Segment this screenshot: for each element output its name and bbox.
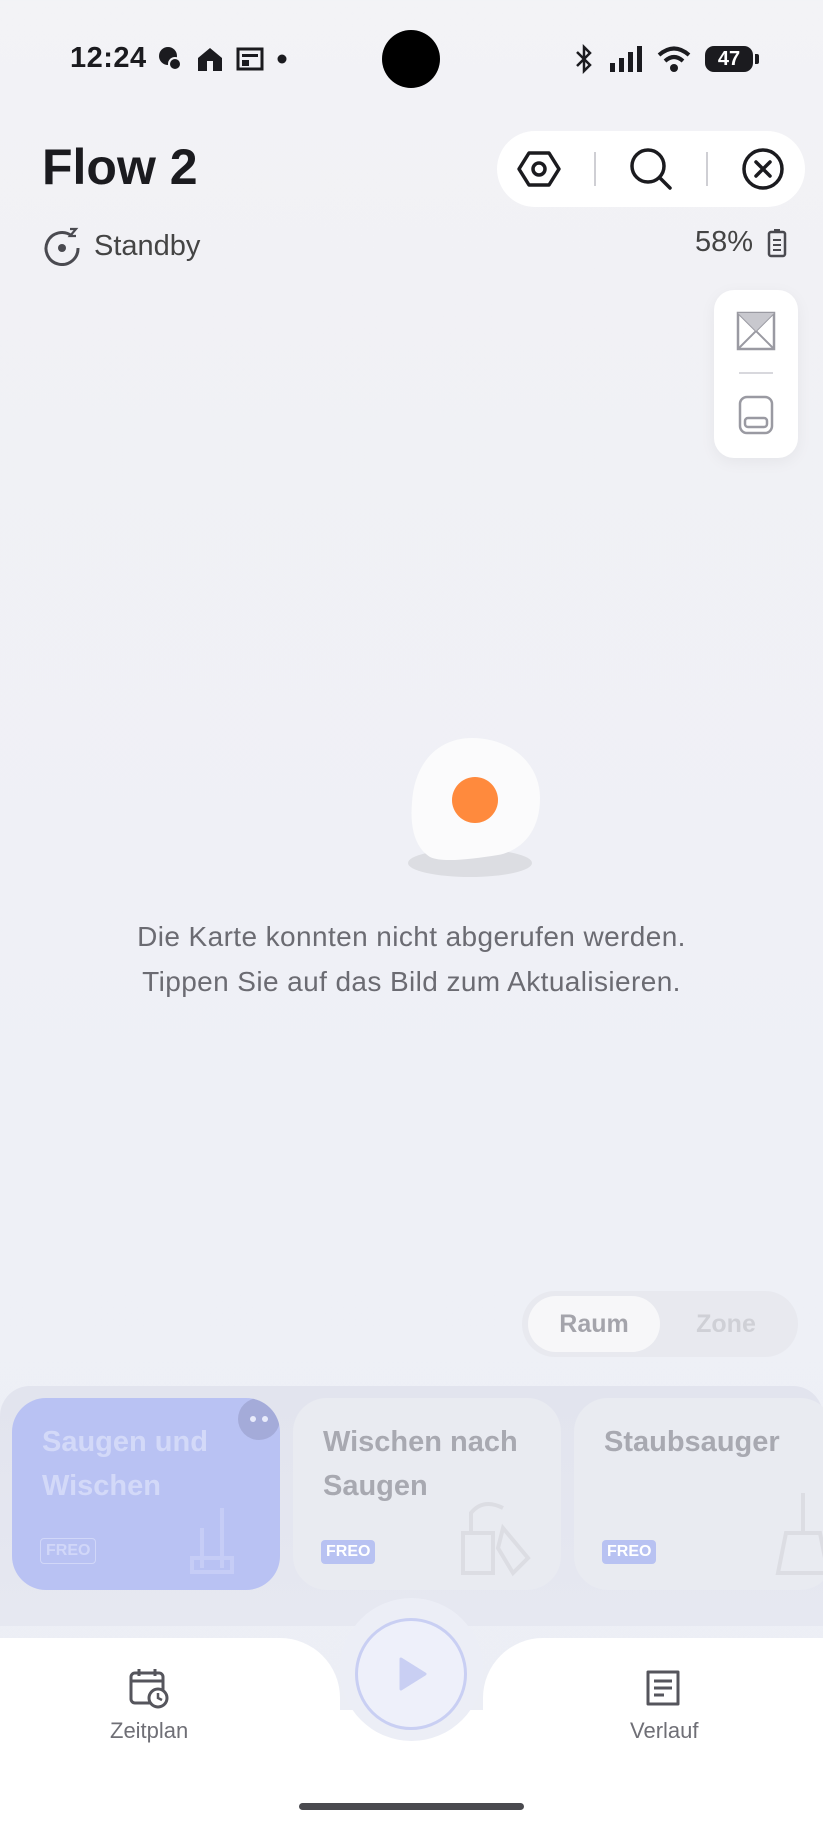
battery-percent: 58%: [694, 226, 753, 258]
news-notification-icon: [236, 47, 264, 71]
map-placeholder-icon: [736, 311, 776, 351]
tab-room[interactable]: Raum: [528, 1296, 660, 1352]
map-error-hint: Tippen Sie auf das Bild zum Aktualisiere…: [142, 966, 681, 997]
bluetooth-icon: [576, 44, 592, 74]
mode-card-vacuum-mop[interactable]: Saugen und Wischen FREO: [12, 1398, 280, 1590]
broom-icon: [775, 1493, 823, 1575]
calendar-clock-icon: [129, 1669, 169, 1709]
freo-badge: FREO: [40, 1538, 97, 1564]
mode-card-title: Wischen nach: [323, 1426, 518, 1458]
mode-card-title: Staubsauger: [604, 1426, 780, 1458]
status-label: Standby: [94, 229, 201, 262]
hexagon-settings-icon: [517, 151, 562, 187]
history-nav-button[interactable]: Verlauf: [630, 1666, 699, 1744]
map-side-panel: [714, 290, 798, 458]
signal-icon: [610, 46, 642, 72]
settings-button[interactable]: [509, 139, 569, 199]
robot-placeholder-icon: [408, 738, 540, 877]
more-notifications-dot-icon: [277, 54, 287, 64]
play-icon: [399, 1657, 427, 1691]
vacuum-mop-icon: [190, 1508, 234, 1574]
status-notification-icons: [155, 44, 289, 74]
water-tank-icon: [738, 395, 774, 435]
status-system-icons: 47: [573, 44, 759, 74]
app-notification-icon: [159, 47, 182, 71]
more-options-button[interactable]: [238, 1398, 280, 1440]
map-refresh-image[interactable]: [402, 733, 542, 883]
search-icon: [630, 148, 672, 190]
standby-icon: [44, 227, 80, 266]
start-cleaning-button[interactable]: [355, 1618, 467, 1730]
toolbar-divider: [594, 152, 597, 186]
battery-indicator: 47: [705, 46, 759, 72]
history-list-icon: [646, 1670, 680, 1706]
header-toolbar: [497, 131, 805, 207]
front-camera: [382, 30, 440, 88]
map-error-message: Die Karte konnten nicht abgerufen werden…: [137, 921, 686, 952]
schedule-nav-button[interactable]: Zeitplan: [110, 1666, 188, 1744]
home-indicator[interactable]: [299, 1803, 524, 1810]
battery-icon: [767, 228, 787, 257]
robot-battery: 58%: [695, 226, 787, 259]
water-tank-button[interactable]: [714, 374, 798, 456]
mop-vacuum-icon: [461, 1502, 531, 1577]
mode-card-mop-after-vacuum[interactable]: Wischen nach Saugen FREO: [293, 1398, 561, 1590]
schedule-nav-label: Zeitplan: [110, 1718, 189, 1743]
history-nav-label: Verlauf: [630, 1718, 699, 1743]
map-view-button[interactable]: [714, 290, 798, 372]
toolbar-divider: [705, 152, 708, 186]
mode-card-vacuum[interactable]: Staubsauger FREO: [574, 1398, 823, 1590]
tab-zone[interactable]: Zone: [660, 1296, 792, 1352]
close-circle-icon: [741, 148, 784, 190]
home-notification-icon: [198, 48, 222, 71]
mode-card-title: Saugen und: [42, 1426, 208, 1458]
robot-status: Standby: [42, 226, 200, 266]
close-button[interactable]: [733, 139, 793, 199]
wifi-icon: [657, 46, 691, 72]
status-time: 12:24: [70, 42, 147, 74]
search-button[interactable]: [621, 139, 681, 199]
room-zone-toggle: Raum Zone: [522, 1291, 798, 1357]
freo-badge: FREO: [321, 1540, 376, 1564]
freo-badge: FREO: [602, 1540, 657, 1564]
page-title: Flow 2: [42, 139, 198, 195]
